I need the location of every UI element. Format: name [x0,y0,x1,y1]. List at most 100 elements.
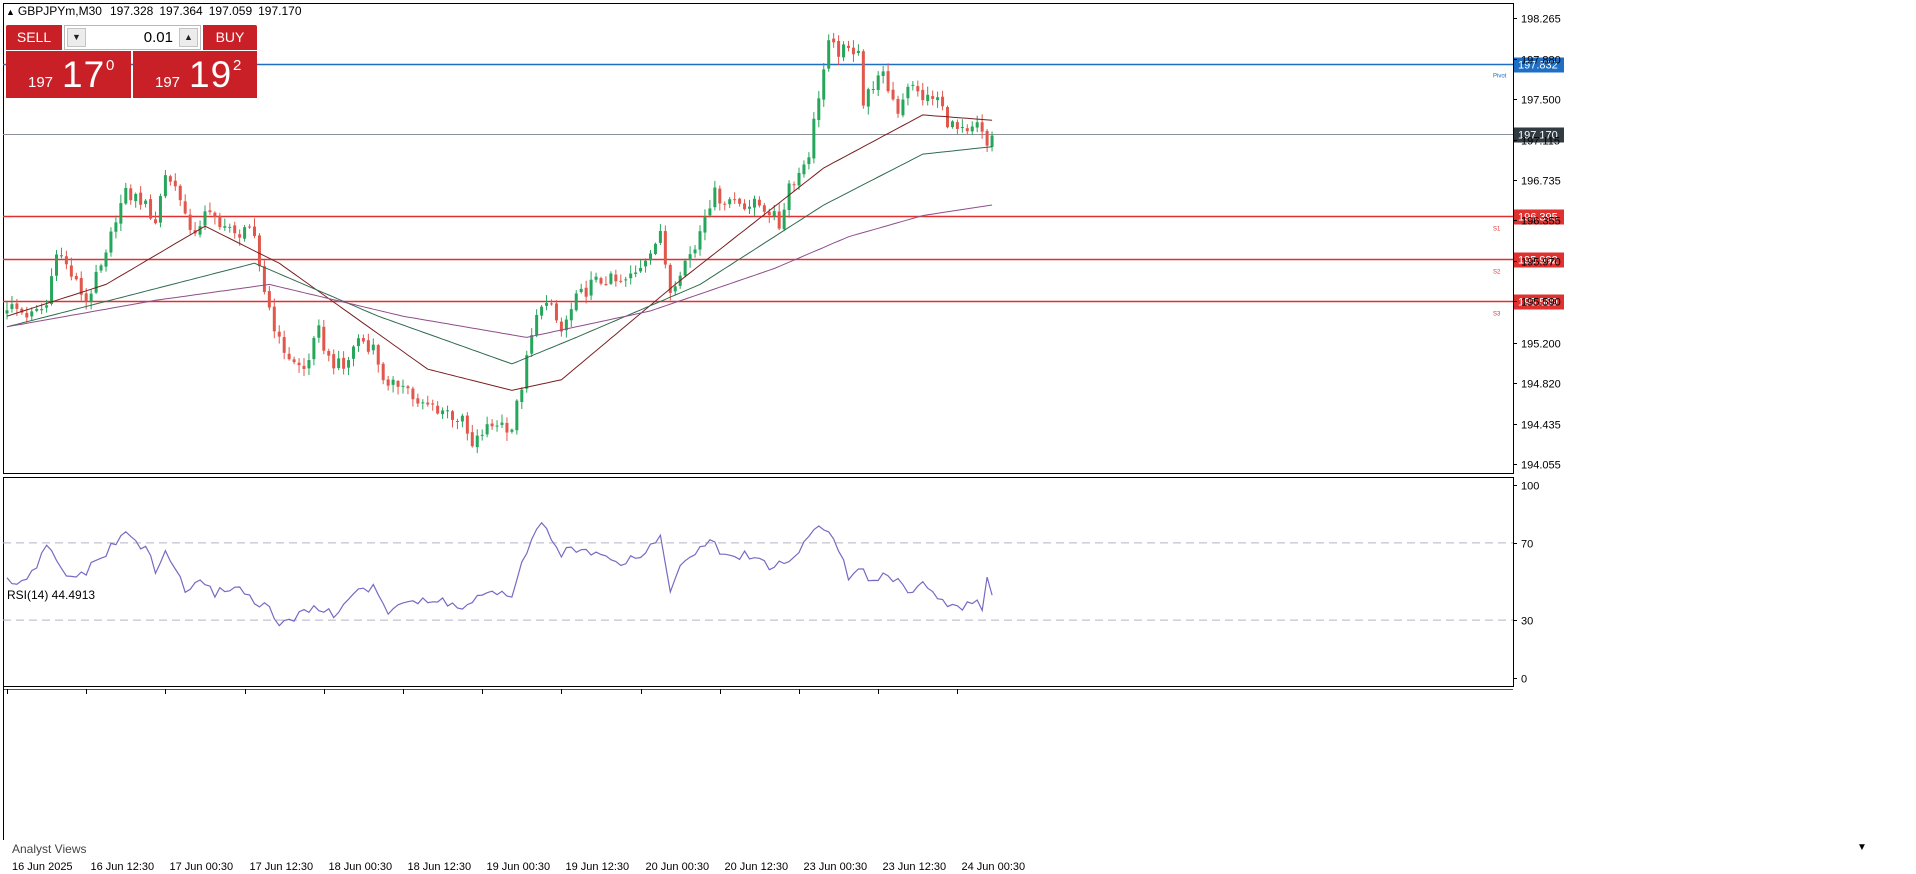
candle-body [797,172,801,186]
rsi-tick-label: 0 [1521,674,1527,686]
buy-price-fraction: 2 [233,57,242,74]
candle-body [277,331,281,337]
candle-body [381,363,385,381]
candle-body [683,260,687,276]
rsi-tick-label: 100 [1521,481,1539,493]
candle-body [832,38,836,43]
candle-body [59,255,63,257]
candle-body [40,309,44,311]
candle-body [604,284,608,286]
candle-body [332,354,336,369]
buy-price-button[interactable]: 197 19 2 [133,51,257,98]
time-tick-label: 20 Jun 12:30 [725,861,789,873]
price-tick-label: 196.355 [1521,216,1561,228]
candle-body [262,266,266,292]
candle-body [287,353,291,360]
sell-price-prefix: 197 [28,74,54,91]
candle-body [619,280,623,282]
sell-price-button[interactable]: 197 17 0 [6,51,131,98]
candle-body [302,365,306,369]
candle-body [253,226,256,237]
candle-body [475,435,479,448]
time-tick-label: 20 Jun 00:30 [646,861,710,873]
candle [109,227,113,257]
candle-body [218,215,222,228]
time-tick-label: 18 Jun 00:30 [329,861,393,873]
candle-body [55,254,58,276]
candle-body [554,303,558,321]
candle-body [658,230,662,243]
candle-body [876,75,880,90]
candle-body [847,45,850,48]
symbol-timeframe: GBPJPYm,M30 [17,4,102,18]
symbol-info-header: ▲ GBPJPYm,M30 197.328 197.364 197.059 197.170 [6,4,308,18]
candle-body [198,226,202,235]
candle-body [109,231,113,253]
candle [515,399,519,435]
candle-body [936,97,940,101]
candle-body [728,199,732,205]
price-tick-label: 197.115 [1521,136,1560,148]
candle-body [411,388,415,400]
candle-body [896,99,900,114]
lot-decrease-icon[interactable]: ▼ [67,28,86,47]
candle-body [441,410,445,415]
price-tick-label: 194.820 [1521,379,1561,391]
candle-body [752,198,756,208]
candle-body [455,420,459,423]
candle-body [139,192,143,205]
candle-body [213,212,217,218]
candle-body [520,389,524,403]
price-tick-label: 198.265 [1521,14,1561,26]
time-tick-label: 23 Jun 00:30 [804,861,868,873]
candle-body [708,208,712,216]
analyst-views-tab[interactable]: Analyst Views [12,842,86,856]
candle-body [792,184,796,186]
candle-body [233,225,237,234]
candle-body [569,309,573,321]
price-tick-label: 196.735 [1521,176,1561,188]
candle-body [208,210,212,213]
lot-increase-icon[interactable]: ▲ [179,28,198,47]
candle-body [639,267,643,272]
price-tick-label: 197.880 [1521,55,1561,67]
candle-body [134,193,138,202]
candle [861,49,865,109]
candle-body [154,219,157,224]
sell-button[interactable]: SELL [6,25,62,50]
collapse-triangle-icon[interactable]: ▲ [6,7,15,17]
candle-body [238,234,242,238]
candle-body [530,335,534,354]
lot-size-input[interactable] [89,28,175,47]
candle-body [871,89,875,91]
candle-body [851,47,855,55]
price-tick-label: 194.435 [1521,420,1561,432]
candle-body [451,411,454,420]
candle-body [787,183,791,210]
candle-body [144,200,148,204]
candle-body [149,199,153,219]
candle [812,112,816,164]
candle-body [782,209,786,230]
candle-body [822,69,826,100]
candle-body [267,291,271,308]
candle-body [589,279,593,296]
rsi-tick-label: 70 [1521,539,1533,551]
candle-body [401,385,405,387]
time-tick-label: 18 Jun 12:30 [408,861,472,873]
candle-body [688,254,692,260]
candle-body [906,86,910,99]
time-tick-label: 24 Jun 00:30 [962,861,1026,873]
candle-body [911,84,915,86]
chevron-down-icon[interactable]: ▼ [1857,842,1867,853]
candle-body [599,278,603,284]
candle-body [817,98,821,120]
candle-body [743,203,747,210]
candle-body [312,337,316,360]
price-tick-label: 194.055 [1521,460,1561,472]
buy-button[interactable]: BUY [203,25,257,50]
rsi-indicator-label: RSI(14) 44.4913 [7,588,96,602]
candle-body [693,249,697,254]
candle-body [282,337,286,353]
candle-body [663,231,667,265]
